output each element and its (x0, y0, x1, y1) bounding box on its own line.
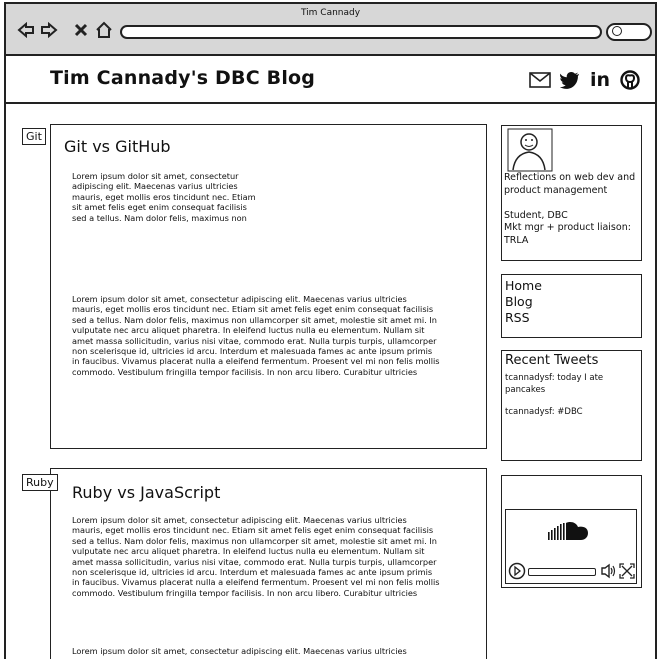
text-line: amet massa sollicitudin, varius nisi vit… (72, 556, 437, 567)
post-body-ruby-2: Lorem ipsum dolor sit amet, consectetur … (72, 646, 472, 656)
bio-text: Reflections on web dev and product manag… (504, 172, 640, 247)
text-line: in faucibus. Vivamus placerat nulla a el… (72, 356, 440, 367)
text-line: in faucibus. Vivamus placerat nulla a el… (72, 577, 440, 588)
text-line: mauris, eget mollis eros tincidunt nec. … (72, 304, 434, 315)
text-line: Lorem ipsum dolor sit amet, consectetur … (72, 515, 407, 525)
text-line: mauris, eget mollis eros tincidunt nec. … (72, 191, 256, 202)
bio-line: Mkt mgr + product liaison: (504, 222, 631, 233)
stop-icon[interactable] (71, 20, 91, 40)
tweet-item[interactable]: tcannadysf: today I ate pancakes (505, 372, 641, 396)
profile-card: Reflections on web dev and product manag… (501, 125, 642, 261)
tweet-line: pancakes (505, 385, 546, 395)
play-icon[interactable] (508, 562, 526, 580)
text-line: non scelerisque id, ultricies id arcu. I… (72, 567, 433, 578)
bio-line: product management (504, 184, 608, 196)
text-line: Lorem ipsum dolor sit amet, consectetur … (72, 646, 407, 656)
text-line: amet massa sollicitudin, varius nisi vit… (72, 335, 437, 346)
volume-icon[interactable] (600, 563, 618, 579)
tweet-item[interactable]: tcannadysf: #DBC (505, 406, 641, 418)
text-line: vulputate nec arcu aliquet pharetra. In … (72, 546, 425, 557)
text-line: vulputate nec arcu aliquet pharetra. In … (72, 325, 425, 336)
home-icon[interactable] (94, 20, 114, 40)
mail-icon[interactable] (529, 70, 551, 90)
post-body-ruby: Lorem ipsum dolor sit amet, consectetur … (72, 515, 472, 598)
back-icon[interactable] (16, 20, 36, 40)
text-line: non scelerisque id, ultricies id arcu. I… (72, 346, 433, 357)
nav-link-home[interactable]: Home (505, 278, 641, 294)
browser-chrome: Tim Cannady (6, 4, 655, 56)
text-line: sed a tellus. Nam dolor felis, maximus n… (72, 314, 437, 325)
post-title-ruby[interactable]: Ruby vs JavaScript (72, 483, 220, 502)
bio-line: Student, DBC (504, 209, 568, 221)
site-title[interactable]: Tim Cannady's DBC Blog (50, 67, 315, 89)
fullscreen-icon[interactable] (619, 563, 635, 579)
tweet-line: tcannadysf: today I ate (505, 373, 604, 383)
search-field[interactable] (606, 23, 652, 41)
text-line: sit amet felis eget enim consequat facil… (72, 202, 247, 213)
tweet-line: tcannadysf: #DBC (505, 407, 583, 417)
post-title-git[interactable]: Git vs GitHub (64, 137, 171, 156)
window-title: Tim Cannady (300, 8, 361, 18)
soundcloud-widget (501, 475, 642, 588)
bio-line: Reflections on web dev and (504, 172, 636, 183)
text-line: adipiscing elit. Maecenas varius ultrici… (72, 181, 238, 192)
post-body-git: Lorem ipsum dolor sit amet, consectetur … (72, 294, 472, 377)
text-line: sed a tellus. Nam dolor felis, maximus n… (72, 212, 247, 223)
avatar (507, 128, 553, 172)
text-line: sed a tellus. Nam dolor felis, maximus n… (72, 535, 437, 546)
progress-bar[interactable] (528, 568, 596, 576)
search-icon (612, 26, 622, 36)
recent-tweets-title: Recent Tweets (505, 353, 599, 368)
post-tag-ruby[interactable]: Ruby (22, 474, 58, 491)
linkedin-icon[interactable]: in (589, 69, 611, 91)
post-excerpt-git: Lorem ipsum dolor sit amet, consectetur … (72, 171, 292, 223)
forward-icon[interactable] (39, 20, 59, 40)
social-links: in (529, 69, 641, 91)
nav-link-rss[interactable]: RSS (505, 310, 641, 326)
site-header: Tim Cannady's DBC Blog in (6, 56, 655, 104)
github-icon[interactable] (619, 70, 641, 90)
text-line: mauris, eget mollis eros tincidunt nec. … (72, 525, 434, 536)
audio-player (505, 509, 637, 584)
text-line: Lorem ipsum dolor sit amet, consectetur (72, 171, 239, 181)
text-line: commodo. Vestibulum fringilla tempor fac… (72, 587, 418, 598)
text-line: Lorem ipsum dolor sit amet, consectetur … (72, 294, 407, 304)
nav-link-blog[interactable]: Blog (505, 294, 641, 310)
post-tag-git[interactable]: Git (22, 128, 46, 145)
recent-tweets: Recent Tweets tcannadysf: today I ate pa… (501, 350, 642, 461)
address-bar[interactable] (120, 25, 602, 39)
bio-line (504, 197, 640, 210)
text-line: commodo. Vestibulum fringilla tempor fac… (72, 366, 418, 377)
twitter-icon[interactable] (559, 70, 581, 90)
bio-line: TRLA (504, 234, 529, 246)
browser-window: Tim Cannady Tim Cannady's DBC Blog in Gi… (4, 2, 657, 659)
soundcloud-icon (546, 520, 596, 548)
site-nav: Home Blog RSS (501, 274, 642, 338)
